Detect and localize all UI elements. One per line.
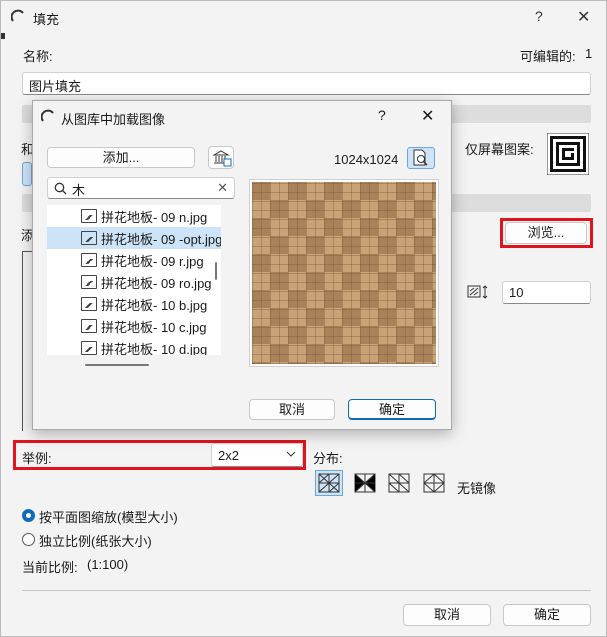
image-file-icon bbox=[81, 209, 97, 223]
file-name: 拼花地板- 10 d.jpg bbox=[101, 341, 208, 356]
fill-dialog: 填充 ? ✕ 名称: 可编辑的: 1 图片填充 和 添 仅屏幕图案: 浏览...… bbox=[0, 0, 607, 637]
library-button[interactable] bbox=[208, 146, 234, 169]
parquet-texture-image bbox=[252, 182, 436, 364]
editable-label: 可编辑的: bbox=[520, 49, 576, 64]
file-item[interactable]: 拼花地板- 09 n.jpg bbox=[47, 205, 221, 227]
image-file-icon bbox=[81, 297, 97, 311]
image-file-icon bbox=[81, 319, 97, 333]
document-search-icon bbox=[413, 149, 428, 166]
file-item[interactable]: 拼花地板- 10 b.jpg bbox=[47, 293, 221, 315]
add-button[interactable]: 添加... bbox=[47, 147, 195, 168]
radio-independent-label[interactable]: 独立比例(纸张大小) bbox=[39, 531, 152, 550]
image-file-icon bbox=[81, 231, 97, 245]
app-icon bbox=[11, 9, 24, 22]
pattern-4-icon bbox=[423, 473, 445, 493]
search-field[interactable]: 木 ✕ bbox=[47, 177, 235, 199]
vertical-scrollbar[interactable] bbox=[215, 262, 217, 280]
height-stretch-icon bbox=[467, 285, 488, 299]
image-preview bbox=[249, 179, 439, 367]
radio-independent[interactable] bbox=[22, 533, 35, 546]
image-file-icon bbox=[81, 275, 97, 289]
clear-search-icon[interactable]: ✕ bbox=[217, 180, 228, 196]
file-item[interactable]: 拼花地板- 09 r.jpg bbox=[47, 249, 221, 271]
divider bbox=[22, 590, 591, 591]
dialog-help-button[interactable]: ? bbox=[378, 107, 386, 123]
help-button[interactable]: ? bbox=[535, 8, 543, 24]
file-name: 拼花地板- 10 b.jpg bbox=[101, 297, 208, 313]
pattern-2-icon bbox=[354, 473, 376, 493]
window-title: 填充 bbox=[33, 12, 60, 27]
distribution-label: 分布: bbox=[313, 451, 343, 466]
dialog-title: 从图库中加载图像 bbox=[61, 112, 166, 127]
file-item[interactable]: 拼花地板- 10 d.jpg bbox=[47, 337, 221, 355]
file-name: 拼花地板- 09 n.jpg bbox=[101, 209, 208, 225]
search-input[interactable]: 木 bbox=[72, 180, 85, 199]
preview-toggle-button[interactable] bbox=[407, 147, 435, 169]
pattern-1-icon bbox=[318, 473, 340, 493]
screen-only-label: 仅屏幕图案: bbox=[465, 142, 534, 157]
editable-value: 1 bbox=[585, 46, 593, 61]
partial-button[interactable] bbox=[22, 162, 32, 186]
image-file-icon bbox=[81, 253, 97, 267]
title-bar: 填充 ? ✕ bbox=[1, 1, 606, 33]
no-mirror-label: 无镜像 bbox=[457, 481, 497, 496]
radio-scale-plan-label[interactable]: 按平面图缩放(模型大小) bbox=[39, 507, 178, 526]
outer-cancel-button[interactable]: 取消 bbox=[403, 604, 491, 626]
radio-scale-plan[interactable] bbox=[22, 509, 35, 522]
file-name: 拼花地板- 09 -opt.jpg bbox=[101, 231, 221, 247]
image-resolution: 1024x1024 bbox=[334, 152, 399, 167]
dialog-close-button[interactable]: ✕ bbox=[421, 106, 434, 126]
distribution-pattern-4[interactable] bbox=[420, 470, 448, 496]
load-image-dialog: 从图库中加载图像 ? ✕ 添加... 1024x1024 木 ✕ 拼花地板- 0… bbox=[32, 100, 452, 430]
example-highlight bbox=[13, 440, 306, 470]
search-icon bbox=[54, 182, 67, 195]
file-name: 拼花地板- 09 r.jpg bbox=[101, 253, 204, 269]
dialog-ok-button[interactable]: 确定 bbox=[348, 399, 436, 420]
close-button[interactable]: ✕ bbox=[577, 7, 590, 27]
file-name: 拼花地板- 10 c.jpg bbox=[101, 319, 207, 335]
distribution-pattern-1[interactable] bbox=[315, 470, 343, 496]
file-name: 拼花地板- 09 ro.jpg bbox=[101, 275, 212, 291]
file-list: 拼花地板- 09 n.jpg 拼花地板- 09 -opt.jpg 拼花地板- 0… bbox=[47, 205, 221, 355]
file-item-selected[interactable]: 拼花地板- 09 -opt.jpg bbox=[47, 227, 221, 249]
stretch-input[interactable]: 10 bbox=[502, 281, 591, 304]
screen-pattern-icon[interactable] bbox=[547, 133, 589, 175]
distribution-pattern-3[interactable] bbox=[385, 470, 413, 496]
browse-highlight bbox=[500, 218, 593, 248]
dialog-cancel-button[interactable]: 取消 bbox=[249, 399, 335, 420]
app-icon bbox=[41, 109, 54, 122]
library-icon bbox=[212, 150, 232, 167]
distribution-pattern-2[interactable] bbox=[351, 470, 379, 496]
image-file-icon bbox=[81, 341, 97, 355]
name-input[interactable]: 图片填充 bbox=[22, 72, 591, 95]
outer-ok-button[interactable]: 确定 bbox=[503, 604, 591, 626]
horizontal-scrollbar[interactable] bbox=[85, 364, 149, 366]
file-item[interactable]: 拼花地板- 10 c.jpg bbox=[47, 315, 221, 337]
pattern-3-icon bbox=[388, 473, 410, 493]
current-scale-value: (1:100) bbox=[87, 557, 129, 572]
collapse-marker bbox=[1, 33, 5, 39]
name-label: 名称: bbox=[23, 49, 53, 64]
current-scale-label: 当前比例: bbox=[22, 560, 78, 575]
file-item[interactable]: 拼花地板- 09 ro.jpg bbox=[47, 271, 221, 293]
